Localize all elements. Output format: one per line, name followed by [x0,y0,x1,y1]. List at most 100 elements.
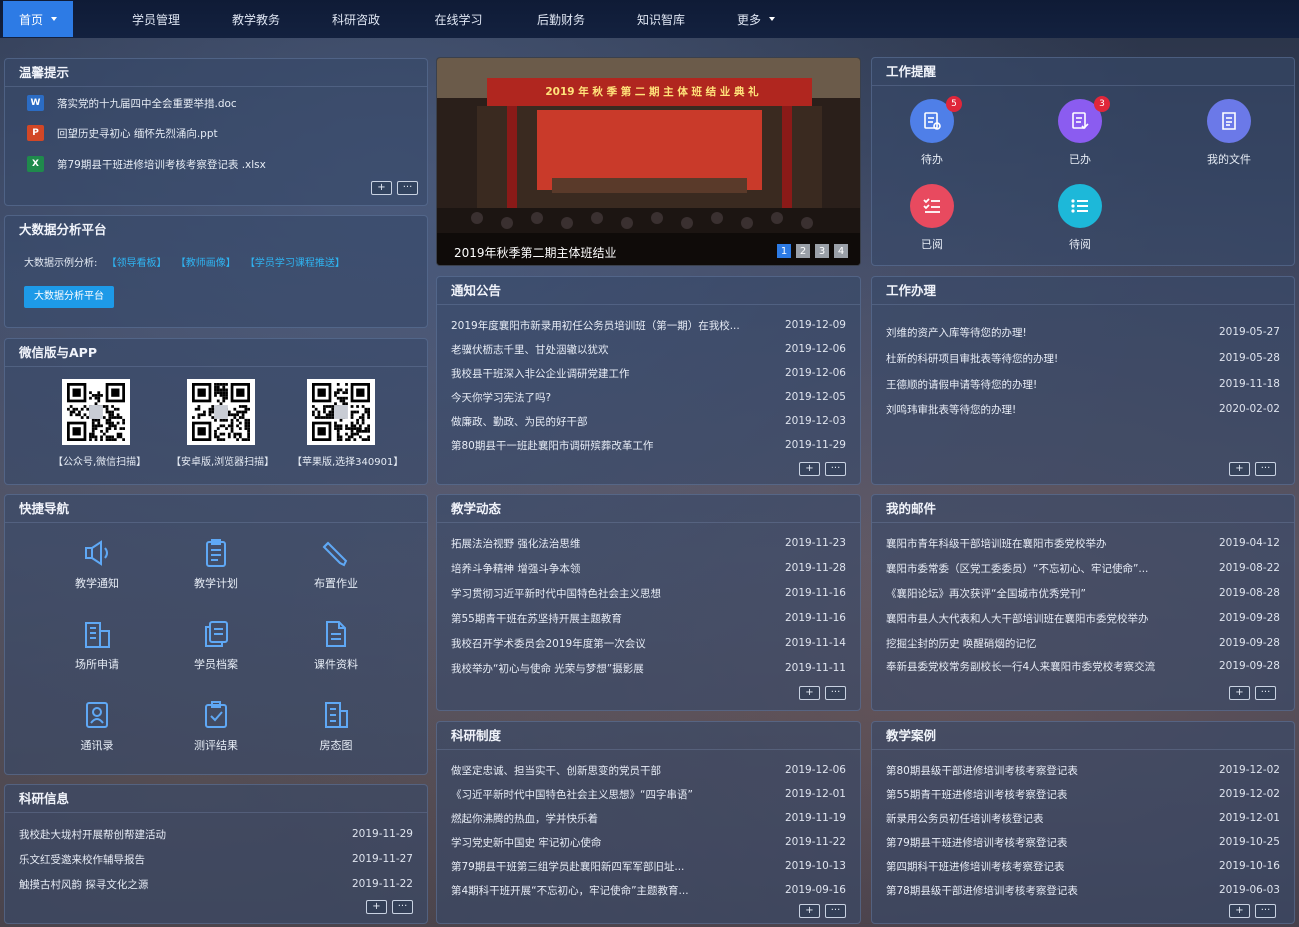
more-button[interactable]: ··· [825,462,846,476]
item-title: 第4期科干班开展“不忘初心，牢记使命”主题教育... [451,884,689,897]
list-item[interactable]: 第四期科干班进修培训考核考察登记表 2019-10-16 [886,856,1280,876]
list-item[interactable]: 《襄阳论坛》再次获评“全国城市优秀党刊” 2019-08-28 [886,583,1280,603]
speaker-icon [85,540,108,566]
more-button[interactable]: ··· [825,904,846,918]
banner-caption[interactable]: 2019年秋季第二期主体班结业 [454,244,617,261]
banner-page-4[interactable]: 4 [834,244,848,258]
list-item[interactable]: 触摸古村风韵 探寻文化之源 2019-11-22 [19,874,413,894]
list-item[interactable]: 第55期青干班进修培训考核考察登记表 2019-12-02 [886,784,1280,804]
my-mail-panel: 我的邮件 襄阳市青年科级干部培训班在襄阳市委党校举办 2019-04-12 襄阳市… [871,494,1295,711]
more-button[interactable]: ··· [392,900,413,914]
list-item[interactable]: 第78期县级干部进修培训考核考察登记表 2019-06-03 [886,880,1280,900]
list-item[interactable]: 第80期县干一班赴襄阳市调研殡葬改革工作 2019-11-29 [451,435,846,455]
list-item[interactable]: 挖掘尘封的历史 唤醒硝烟的记忆 2019-09-28 [886,633,1280,653]
more-button[interactable]: ··· [1255,462,1276,476]
list-item[interactable]: 第55期青干班在苏坚持开展主题教育 2019-11-16 [451,608,846,628]
list-item[interactable]: 襄阳市委常委（区党工委委员）“不忘初心、牢记使命”... 2019-08-22 [886,558,1280,578]
add-button[interactable]: + [366,900,387,914]
quick-nav-item[interactable]: 课件资料 [291,618,381,672]
add-button[interactable]: + [1229,686,1250,700]
my-files-button[interactable] [1207,99,1251,143]
add-button[interactable]: + [799,904,820,918]
list-item[interactable]: 我校赴大垅村开展帮创帮建活动 2019-11-29 [19,824,413,844]
add-button[interactable]: + [1229,904,1250,918]
add-button[interactable]: + [799,462,820,476]
list-item[interactable]: 第80期县级干部进修培训考核考察登记表 2019-12-02 [886,760,1280,780]
quick-nav-item[interactable]: 教学计划 [171,537,261,591]
nav-logistics-finance[interactable]: 后勤财务 [511,1,611,37]
quick-nav-item[interactable]: 测评结果 [171,699,261,753]
quick-nav-item[interactable]: 教学通知 [52,537,142,591]
quick-nav-item[interactable]: 学员档案 [171,618,261,672]
read-button[interactable] [910,184,954,228]
list-item[interactable]: 王德顺的请假申请等待您的办理! 2019-11-18 [886,374,1280,394]
list-item[interactable]: 第79期县干班进修培训考核考察登记表 2019-10-25 [886,832,1280,852]
item-date: 2019-12-01 [784,788,846,800]
more-button[interactable]: ··· [1255,904,1276,918]
list-item[interactable]: 《习近平新时代中国特色社会主义思想》“四字串语” 2019-12-01 [451,784,846,804]
list-item[interactable]: 我校县干班深入非公企业调研党建工作 2019-12-06 [451,363,846,383]
more-button[interactable]: ··· [1255,686,1276,700]
list-item[interactable]: 拓展法治视野 强化法治思维 2019-11-23 [451,533,846,553]
quick-nav-item[interactable]: 场所申请 [52,618,142,672]
bigdata-platform-button[interactable]: 大数据分析平台 [24,286,114,308]
nav-more[interactable]: 更多 [711,1,801,37]
list-item[interactable]: 新录用公务员初任培训考核登记表 2019-12-01 [886,808,1280,828]
quick-nav-item[interactable]: 通讯录 [52,699,142,753]
list-item[interactable]: 襄阳市县人大代表和人大干部培训班在襄阳市委党校举办 2019-09-28 [886,608,1280,628]
list-item[interactable]: 学习贯彻习近平新时代中国特色社会主义思想 2019-11-16 [451,583,846,603]
link-course-push[interactable]: 【学员学习课程推送】 [245,258,345,269]
nav-student-management[interactable]: 学员管理 [106,1,206,37]
banner-page-3[interactable]: 3 [815,244,829,258]
banner-page-1[interactable]: 1 [777,244,791,258]
nav-knowledge-base[interactable]: 知识智库 [611,1,711,37]
news-banner[interactable]: 2019 年 秋 季 第 二 期 主 体 班 结 业 典 礼 2019年秋季第二… [436,57,861,266]
add-button[interactable]: + [1229,462,1250,476]
file-row[interactable]: W 落实党的十九届四中全会重要举措.doc [27,95,237,111]
quick-nav-label: 测评结果 [194,739,238,752]
tips-panel: 温馨提示 W 落实党的十九届四中全会重要举措.doc P 回望历史寻初心 缅怀先… [4,58,428,206]
banner-page-2[interactable]: 2 [796,244,810,258]
list-item[interactable]: 2019年度襄阳市新录用初任公务员培训班（第一期）在我校... 2019-12-0… [451,315,846,335]
more-button[interactable]: ··· [825,686,846,700]
quick-nav-item[interactable]: 房态图 [291,699,381,753]
list-item[interactable]: 培养斗争精神 增强斗争本领 2019-11-28 [451,558,846,578]
list-item[interactable]: 刘鸣玮审批表等待您的办理! 2020-02-02 [886,399,1280,419]
more-button[interactable]: ··· [397,181,418,195]
list-item[interactable]: 襄阳市青年科级干部培训班在襄阳市委党校举办 2019-04-12 [886,533,1280,553]
add-button[interactable]: + [799,686,820,700]
file-row[interactable]: P 回望历史寻初心 缅怀先烈涌向.ppt [27,125,218,141]
item-date: 2019-12-03 [784,415,846,427]
item-title: 挖掘尘封的历史 唤醒硝烟的记忆 [886,637,1037,650]
nav-teaching-affairs[interactable]: 教学教务 [206,1,306,37]
item-title: 学习贯彻习近平新时代中国特色社会主义思想 [451,587,661,600]
link-teacher-profile[interactable]: 【教师画像】 [176,258,236,269]
quick-nav-item[interactable]: 布置作业 [291,537,381,591]
list-item[interactable]: 我校召开学术委员会2019年度第一次会议 2019-11-14 [451,633,846,653]
list-item[interactable]: 我校举办“初心与使命 光荣与梦想”摄影展 2019-11-11 [451,658,846,678]
item-title: 做坚定忠诚、担当实干、创新思变的党员干部 [451,764,661,777]
list-item[interactable]: 做廉政、勤政、为民的好干部 2019-12-03 [451,411,846,431]
item-date: 2019-12-02 [1218,764,1280,776]
item-title: 新录用公务员初任培训考核登记表 [886,812,1044,825]
link-leader-board[interactable]: 【领导看板】 [107,258,167,269]
nav-online-learning[interactable]: 在线学习 [406,1,511,37]
list-item[interactable]: 杜新的科研项目审批表等待您的办理! 2019-05-28 [886,348,1280,368]
list-item[interactable]: 乐文红受邀来校作辅导报告 2019-11-27 [19,849,413,869]
nav-research[interactable]: 科研咨政 [306,1,406,37]
add-button[interactable]: + [371,181,392,195]
list-item[interactable]: 做坚定忠诚、担当实干、创新思变的党员干部 2019-12-06 [451,760,846,780]
list-item[interactable]: 燃起你沸腾的热血，学并快乐着 2019-11-19 [451,808,846,828]
list-item[interactable]: 老骥伏枥志千里、甘处洇辙以犹欢 2019-12-06 [451,339,846,359]
list-item[interactable]: 第79期县干班第三组学员赴襄阳新四军军部旧址... 2019-10-13 [451,856,846,876]
file-name: 第79期县干班进修培训考核考察登记表 .xlsx [57,158,266,171]
list-item[interactable]: 今天你学习宪法了吗? 2019-12-05 [451,387,846,407]
list-item[interactable]: 第4期科干班开展“不忘初心，牢记使命”主题教育... 2019-09-16 [451,880,846,900]
room-icon [325,702,348,728]
unread-button[interactable] [1058,184,1102,228]
nav-home[interactable]: 首页 [3,1,73,37]
list-item[interactable]: 学习党史新中国史 牢记初心使命 2019-11-22 [451,832,846,852]
file-row[interactable]: X 第79期县干班进修培训考核考察登记表 .xlsx [27,156,266,172]
list-item[interactable]: 奉新县委党校常务副校长一行4人来襄阳市委党校考察交流 2019-09-28 [886,656,1280,676]
list-item[interactable]: 刘维的资产入库等待您的办理! 2019-05-27 [886,322,1280,342]
